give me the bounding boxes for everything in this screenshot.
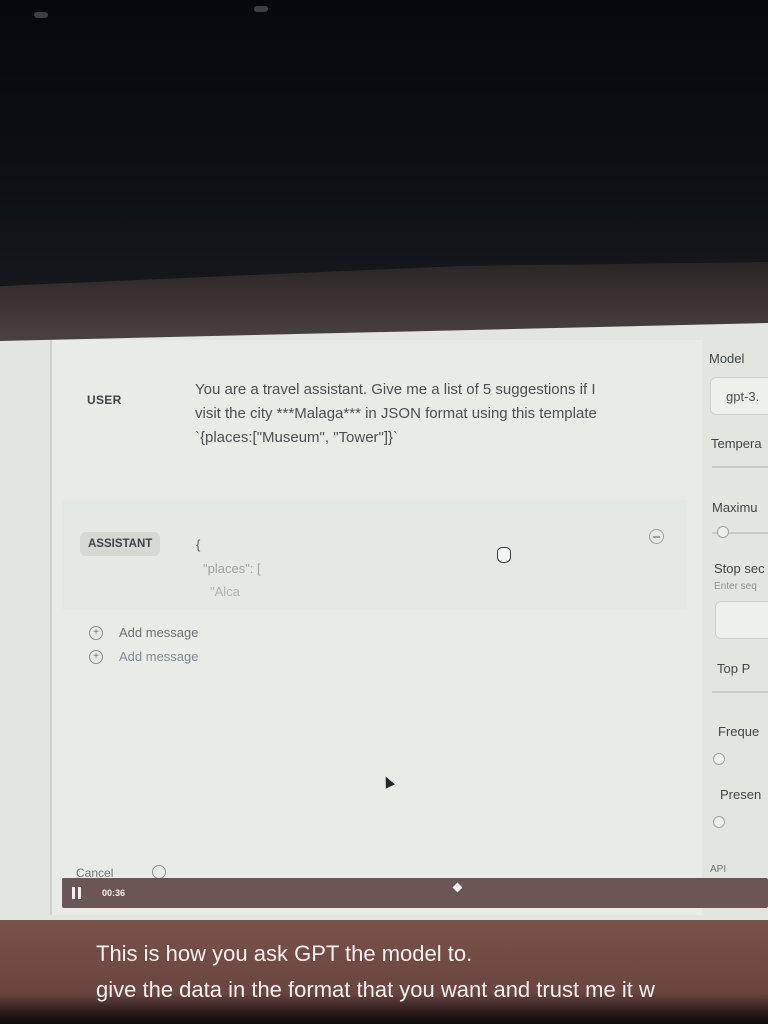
api-link[interactable]: API — [710, 864, 726, 875]
stop-sequences-hint: Enter seq — [714, 581, 757, 592]
plus-circle-icon: + — [89, 649, 103, 664]
temperature-label: Tempera — [711, 436, 762, 451]
add-message-button[interactable]: + Add message — [89, 625, 199, 640]
remove-message-icon[interactable] — [649, 529, 664, 544]
assistant-code-line[interactable]: "places": [ — [203, 561, 261, 576]
model-label: Model — [709, 351, 745, 366]
stop-sequences-label: Stop sec — [714, 561, 765, 576]
assistant-role-label[interactable]: ASSISTANT — [80, 532, 161, 556]
presence-penalty-label: Presen — [720, 787, 762, 802]
add-message-label: Add message — [119, 625, 199, 640]
model-select-value: gpt-3. — [726, 389, 760, 404]
pause-icon[interactable] — [72, 887, 82, 899]
caption-band — [0, 920, 768, 1024]
temperature-slider[interactable] — [712, 466, 768, 468]
assistant-code-line[interactable]: { — [196, 537, 200, 552]
stop-sequences-input[interactable] — [715, 601, 768, 639]
top-p-slider[interactable] — [712, 691, 768, 693]
frequency-penalty-slider-knob[interactable] — [713, 753, 725, 765]
ceiling-light — [254, 6, 268, 12]
user-message-text[interactable]: You are a travel assistant. Give me a li… — [195, 378, 625, 450]
caption-line: give the data in the format that you wan… — [96, 977, 655, 1002]
add-message-button[interactable]: + Add message — [89, 649, 199, 664]
plus-circle-icon: + — [89, 625, 103, 640]
user-role-label[interactable]: USER — [87, 393, 122, 407]
frequency-penalty-label: Freque — [718, 724, 760, 739]
maximum-length-slider-knob[interactable] — [717, 526, 729, 538]
room-background — [0, 0, 768, 285]
video-control-bar[interactable] — [62, 878, 768, 908]
assistant-code-line[interactable]: "Alca — [210, 584, 240, 599]
add-message-label: Add message — [119, 649, 199, 664]
top-p-label: Top P — [717, 661, 751, 676]
caption-line: This is how you ask GPT the model to. — [96, 941, 473, 966]
hand-cursor-icon — [497, 547, 511, 563]
presence-penalty-slider-knob[interactable] — [713, 816, 725, 828]
ceiling-light — [34, 12, 48, 18]
history-icon[interactable] — [152, 865, 166, 879]
maximum-length-label: Maximu — [712, 500, 758, 515]
video-timecode: 00:36 — [102, 888, 126, 898]
